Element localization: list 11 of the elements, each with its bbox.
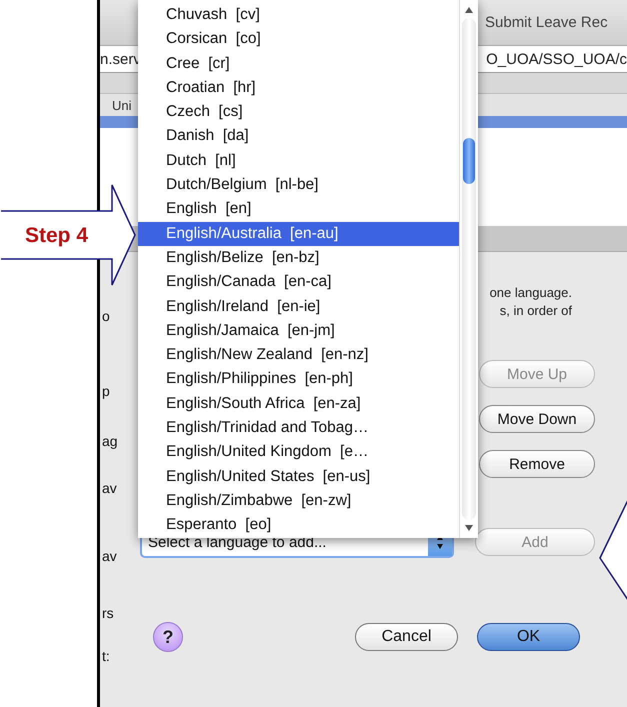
page-text: o [102, 308, 110, 324]
page-text: t: [102, 648, 110, 664]
page-text: p [102, 383, 110, 399]
description-text: s, in order of [500, 302, 572, 320]
window-title: Submit Leave Rec [485, 14, 608, 31]
page-text: rs [102, 605, 114, 621]
page-text: av [102, 480, 117, 496]
page-text: av [102, 548, 117, 564]
step-label: Step 4 [25, 224, 88, 248]
description-text: one language. [490, 284, 572, 302]
page-text: ag [102, 433, 118, 449]
